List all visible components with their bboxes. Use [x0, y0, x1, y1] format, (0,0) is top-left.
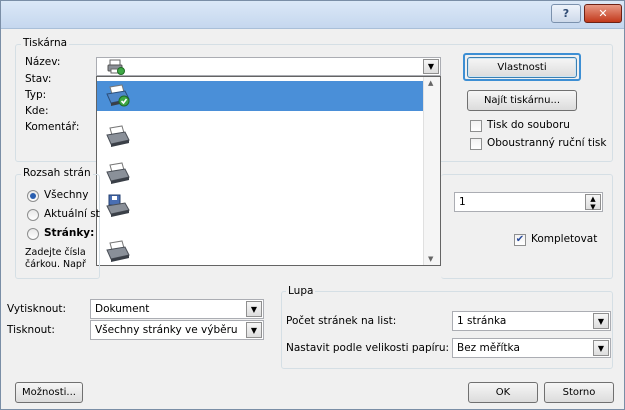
properties-button[interactable]: Vlastnosti — [467, 57, 577, 78]
printer-default-icon — [107, 59, 125, 75]
printer-list-item[interactable] — [97, 159, 423, 189]
all-pages-radio[interactable] — [27, 190, 39, 202]
printer-comment-label: Komentář: — [25, 121, 80, 133]
all-pages-label: Všechny — [44, 189, 89, 201]
manual-duplex-label: Oboustranný ruční tisk — [487, 137, 607, 149]
manual-duplex-checkbox[interactable] — [470, 138, 482, 150]
pages-per-sheet-label: Počet stránek na list: — [286, 315, 397, 327]
printer-list-item[interactable] — [97, 81, 423, 111]
page-range-hint: čárkou. Např — [25, 259, 86, 270]
printer-group-title: Tiskárna — [21, 37, 70, 49]
collate-label: Kompletovat — [531, 233, 598, 245]
scroll-up-icon[interactable]: ▲ — [428, 79, 433, 87]
help-icon: ? — [562, 7, 570, 20]
pages-radio[interactable] — [27, 228, 39, 240]
printer-name-label: Název: — [25, 56, 61, 68]
printer-where-label: Kde: — [25, 105, 49, 117]
printer-list-item[interactable] — [97, 122, 423, 152]
printer-icon — [106, 125, 130, 147]
dropdown-scrollbar[interactable]: ▲ ▼ — [423, 77, 440, 265]
scale-to-paper-label: Nastavit podle velikosti papíru: — [286, 342, 450, 354]
chevron-down-icon[interactable]: ▼ — [246, 322, 262, 338]
chevron-down-icon[interactable]: ▼ — [423, 59, 439, 74]
help-button[interactable]: ? — [551, 4, 581, 23]
close-button[interactable]: ✕ — [584, 4, 622, 23]
title-bar: ? ✕ — [1, 1, 624, 29]
printer-icon — [106, 240, 130, 262]
chevron-down-icon[interactable]: ▼ — [593, 313, 609, 329]
page-range-hint: Zadejte čísla — [25, 247, 86, 258]
print-combo[interactable]: Všechny stránky ve výběru ▼ — [90, 320, 264, 340]
printer-list-item[interactable] — [97, 191, 423, 221]
find-printer-button[interactable]: Najít tiskárnu... — [467, 90, 577, 111]
chevron-down-icon[interactable]: ▼ — [593, 340, 609, 356]
printer-dropdown-list[interactable]: ▲ ▼ — [96, 76, 441, 266]
pages-label: Stránky: — [44, 227, 95, 239]
collate-checkbox[interactable]: ✔ — [514, 234, 526, 246]
pages-per-sheet-combo[interactable]: 1 stránka ▼ — [452, 311, 611, 331]
spinner-arrows-icon[interactable]: ▲ ▼ — [585, 194, 601, 211]
scroll-down-icon[interactable]: ▼ — [428, 255, 433, 263]
scale-to-paper-combo[interactable]: Bez měřítka ▼ — [452, 338, 611, 358]
printer-icon — [106, 162, 130, 184]
print-dialog: ? ✕ Tiskárna Název: Stav: Typ: Kde: Kome… — [0, 0, 625, 410]
copies-group — [441, 174, 613, 279]
options-button[interactable]: Možnosti... — [15, 382, 83, 403]
chevron-down-icon[interactable]: ▼ — [246, 301, 262, 317]
print-what-label: Vytisknout: — [7, 303, 67, 315]
printer-type-label: Typ: — [25, 89, 47, 101]
printer-fax-icon — [106, 194, 130, 217]
copies-count-value: 1 — [459, 196, 466, 208]
current-page-radio[interactable] — [27, 209, 39, 221]
printer-default-icon — [106, 84, 130, 107]
print-what-combo[interactable]: Dokument ▼ — [90, 299, 264, 319]
zoom-group-title: Lupa — [286, 285, 316, 297]
printer-status-label: Stav: — [25, 73, 52, 85]
current-page-label: Aktuální st — [44, 208, 100, 220]
close-icon: ✕ — [598, 7, 608, 20]
cancel-button[interactable]: Storno — [544, 382, 614, 403]
ok-button[interactable]: OK — [468, 382, 538, 403]
page-range-title: Rozsah strán — [21, 167, 93, 179]
print-to-file-checkbox[interactable] — [470, 120, 482, 132]
printer-list-item[interactable] — [97, 237, 423, 267]
print-to-file-label: Tisk do souboru — [487, 119, 570, 131]
copies-count-spinner[interactable]: 1 ▲ ▼ — [454, 192, 603, 212]
print-label: Tisknout: — [7, 324, 55, 336]
printer-name-combo[interactable]: ▼ — [96, 57, 441, 76]
